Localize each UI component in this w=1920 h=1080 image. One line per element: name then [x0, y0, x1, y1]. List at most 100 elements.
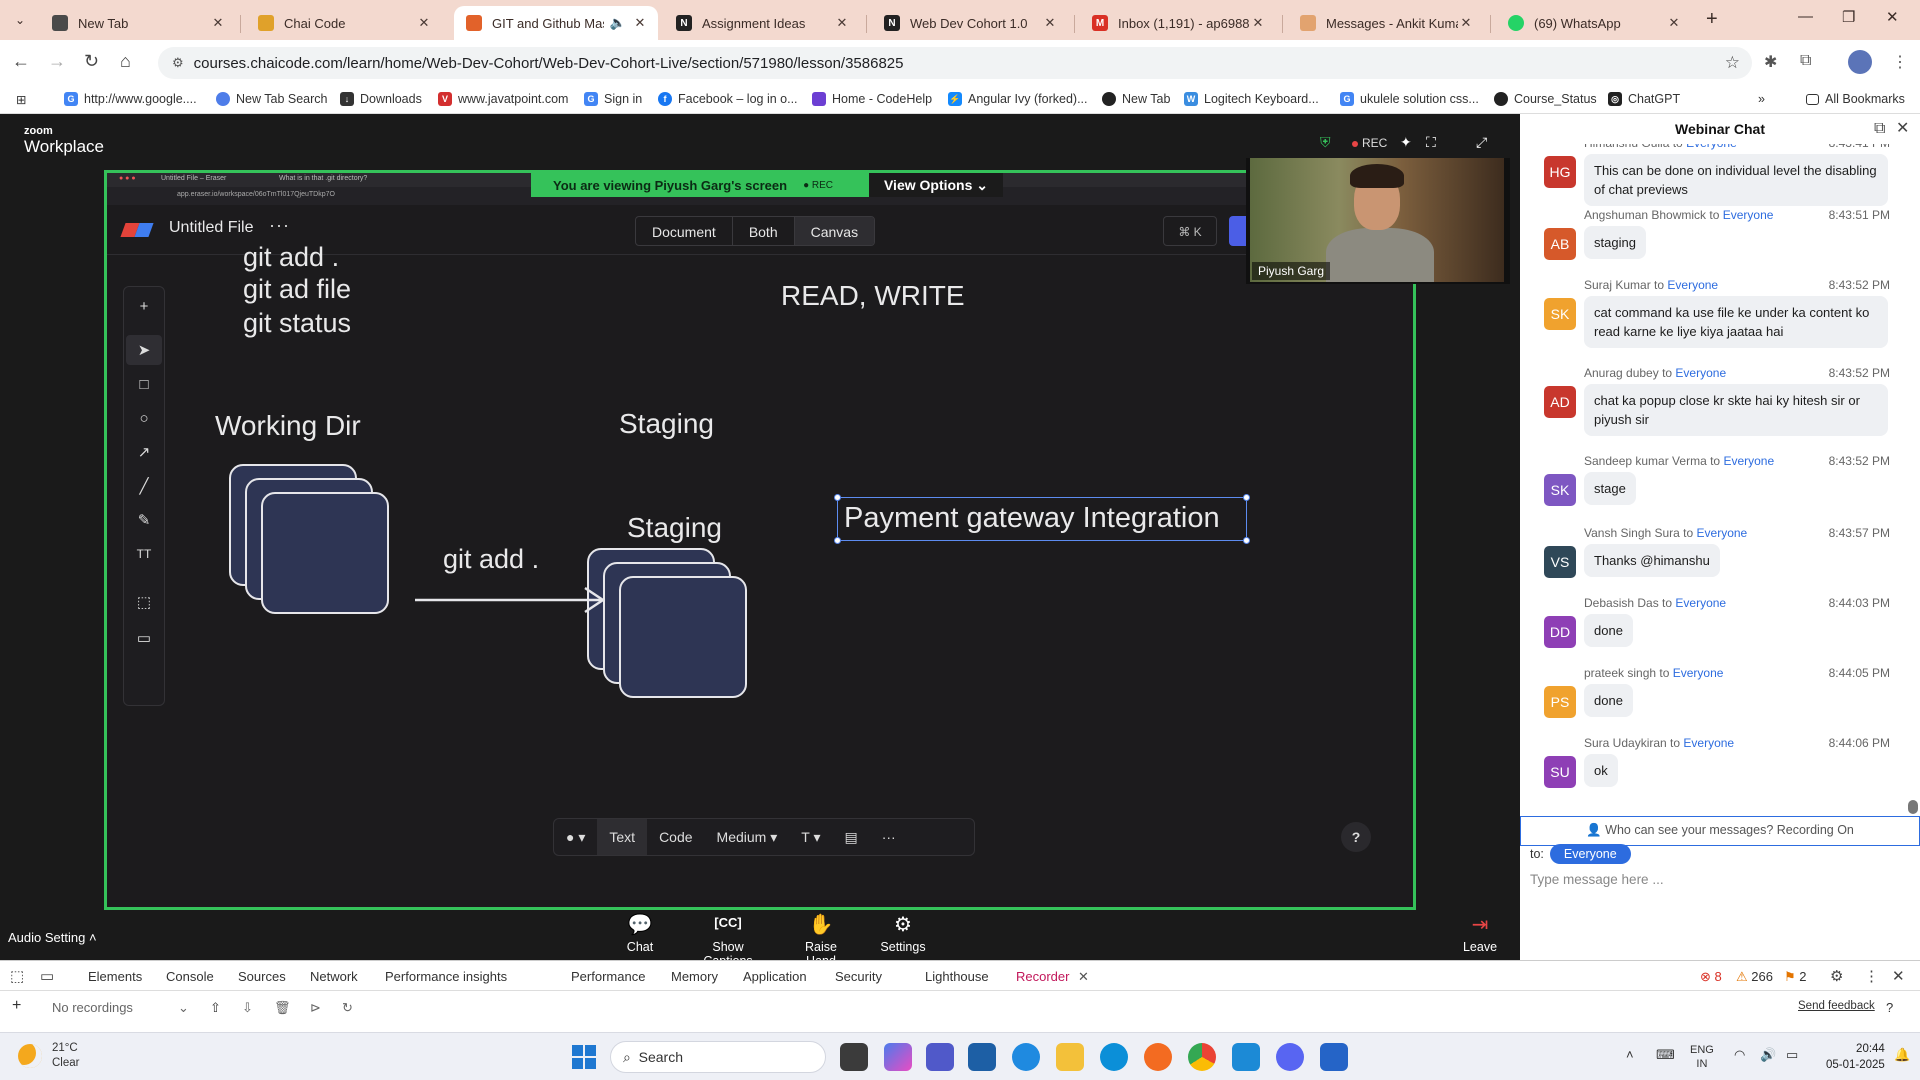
continue-icon[interactable]: ↻ [342, 1000, 353, 1016]
canvas-text-staging[interactable]: Staging [627, 512, 722, 544]
back-icon[interactable]: ← [12, 51, 30, 72]
bookmark-javatpoint[interactable]: Vwww.javatpoint.com [438, 92, 568, 106]
bookmark-downloads[interactable]: ↓ Downloads [340, 92, 422, 106]
help-button[interactable]: ? [1341, 822, 1371, 852]
tab-gmail-inbox[interactable]: M Inbox (1,191) - ap69886@ ✕ [1080, 6, 1276, 40]
devtools-close-icon[interactable]: ✕ [1892, 967, 1905, 985]
selected-text-box[interactable]: Payment gateway Integration [834, 494, 1250, 544]
more-icon[interactable]: ··· [870, 819, 908, 855]
errors-count[interactable]: ⊗ 8 [1700, 969, 1722, 985]
canvas-text-git-status[interactable]: git status [243, 308, 351, 339]
copilot-icon[interactable] [884, 1043, 912, 1071]
devtools-tab[interactable]: Elements [88, 969, 142, 984]
rec-indicator[interactable]: REC [1352, 136, 1387, 150]
apps-grid-icon[interactable]: ⊞ [16, 92, 26, 107]
clock[interactable]: 20:44 05-01-2025 [1826, 1041, 1885, 1073]
message-recipient[interactable]: Everyone [1686, 144, 1737, 150]
bookmark-ukulele[interactable]: Gukulele solution css... [1340, 92, 1479, 106]
discord-icon[interactable] [1276, 1043, 1304, 1071]
eraser-canvas[interactable]: git add . git ad file git status READ, W… [107, 242, 1413, 907]
more-options-icon[interactable]: ··· [269, 215, 290, 236]
bookmark-course-status[interactable]: Course_Status [1494, 92, 1597, 106]
arrow-shape[interactable] [413, 586, 613, 616]
devtools-tab[interactable]: Console [166, 969, 214, 984]
close-tab-icon[interactable]: ✕ [834, 15, 850, 31]
canvas-text-working-dir[interactable]: Working Dir [215, 410, 361, 442]
bookmark-sign-in[interactable]: G Sign in [584, 92, 642, 106]
bookmark-facebook[interactable]: f Facebook – log in o... [658, 92, 798, 106]
close-tab-icon[interactable]: ✕ [416, 15, 432, 31]
audio-setting[interactable]: Audio Setting ˄ [8, 930, 97, 945]
settings-button[interactable]: ⚙ Settings [878, 912, 928, 954]
chrome-taskbar-icon[interactable] [1188, 1043, 1216, 1071]
devtools-tab-recorder[interactable]: Recorder [1016, 969, 1069, 984]
view-options-button[interactable]: View Options ⌄ [869, 173, 1003, 197]
chat-button[interactable]: 💬 Chat [620, 912, 660, 954]
sparkle-icon[interactable]: ✦ [1400, 134, 1412, 151]
recipient-selector[interactable]: Everyone [1549, 844, 1631, 864]
download-icon[interactable]: ⇩ [242, 1000, 253, 1016]
recordings-dropdown[interactable]: No recordings [52, 1000, 133, 1015]
minimize-icon[interactable]: — [1798, 8, 1813, 25]
notification-icon[interactable]: 🔔 [1894, 1047, 1910, 1063]
font-style-dropdown[interactable]: T ▾ [789, 819, 832, 855]
message-recipient[interactable]: Everyone [1723, 208, 1774, 222]
canvas-text-staging-top[interactable]: Staging [619, 408, 714, 440]
tab-git-github[interactable]: GIT and Github Maste 🔈 ✕ [454, 6, 658, 40]
issues-count[interactable]: ⚑ 2 [1784, 969, 1807, 985]
all-bookmarks[interactable]: All Bookmarks [1806, 92, 1905, 106]
devtools-settings-icon[interactable]: ⚙ [1830, 967, 1843, 985]
vscode-icon[interactable] [1232, 1043, 1260, 1071]
tab-chai-code[interactable]: Chai Code ✕ [246, 6, 442, 40]
bookmark-angular-ivy[interactable]: ⚡ Angular Ivy (forked)... [948, 92, 1088, 106]
message-recipient[interactable]: Everyone [1675, 366, 1726, 380]
message-recipient[interactable]: Everyone [1683, 736, 1734, 750]
audio-icon[interactable]: 🔈 [604, 15, 632, 31]
replay-icon[interactable]: ⊳ [310, 1000, 321, 1016]
add-icon[interactable]: + [124, 291, 164, 321]
new-tab-icon[interactable]: + [1706, 8, 1718, 31]
file-explorer-icon[interactable] [1056, 1043, 1084, 1071]
devtools-tab[interactable]: Security [835, 969, 882, 984]
leave-button[interactable]: ⇥ Leave [1460, 912, 1500, 954]
text-tool-icon[interactable]: TT [124, 539, 164, 569]
mode-both[interactable]: Both [733, 217, 795, 245]
close-tab-icon[interactable]: ✕ [632, 15, 648, 31]
reload-icon[interactable]: ↻ [84, 51, 99, 72]
recording-notice[interactable]: 👤 Who can see your messages? Recording O… [1520, 816, 1920, 846]
tab-assignment-ideas[interactable]: N Assignment Ideas ✕ [664, 6, 860, 40]
fullscreen-icon[interactable]: ⤢ [1476, 134, 1487, 151]
close-tab-icon[interactable]: ✕ [1666, 15, 1682, 31]
bookmark-new-tab-search[interactable]: New Tab Search [216, 92, 328, 106]
canvas-text-git-add-arrow[interactable]: git add . [443, 544, 539, 575]
close-tab-icon[interactable]: ✕ [1250, 15, 1266, 31]
extension-icon[interactable]: ✱ [1764, 52, 1777, 72]
command-palette-button[interactable]: ⌘ K [1163, 216, 1217, 246]
devtools-tab[interactable]: Lighthouse [925, 969, 989, 984]
format-text-button[interactable]: Text [597, 819, 648, 855]
focus-icon[interactable]: ⛶ [1426, 134, 1436, 151]
edge-icon[interactable] [1100, 1043, 1128, 1071]
bookmark-star-icon[interactable]: ☆ [1725, 53, 1740, 73]
canvas-text-read-write[interactable]: READ, WRITE [781, 280, 965, 312]
windows-start-icon[interactable] [572, 1045, 596, 1069]
frame-icon[interactable]: ⬚ [124, 587, 164, 617]
help-app-icon[interactable] [1012, 1043, 1040, 1071]
more-bookmarks-icon[interactable]: » [1758, 92, 1765, 106]
message-recipient[interactable]: Everyone [1673, 666, 1724, 680]
color-picker-icon[interactable]: ● ▾ [554, 819, 597, 855]
menu-kebab-icon[interactable]: ⋮ [1892, 52, 1908, 72]
home-icon[interactable]: ⌂ [120, 51, 131, 72]
format-code-button[interactable]: Code [647, 819, 704, 855]
postman-icon[interactable] [1144, 1043, 1172, 1071]
font-size-dropdown[interactable]: Medium ▾ [705, 819, 790, 855]
wifi-icon[interactable]: ◠ [1734, 1047, 1745, 1063]
line-tool-icon[interactable]: ╱ [124, 471, 164, 501]
ellipse-icon[interactable]: ○ [124, 403, 164, 433]
battery-icon[interactable]: ▭ [1786, 1047, 1798, 1063]
devtools-tab[interactable]: Memory [671, 969, 718, 984]
file-title[interactable]: Untitled File [169, 219, 253, 237]
comment-icon[interactable]: ▭ [124, 623, 164, 653]
close-tab-icon[interactable]: ✕ [210, 15, 226, 31]
taskbar-search[interactable]: ⌕ Search [610, 1041, 826, 1073]
